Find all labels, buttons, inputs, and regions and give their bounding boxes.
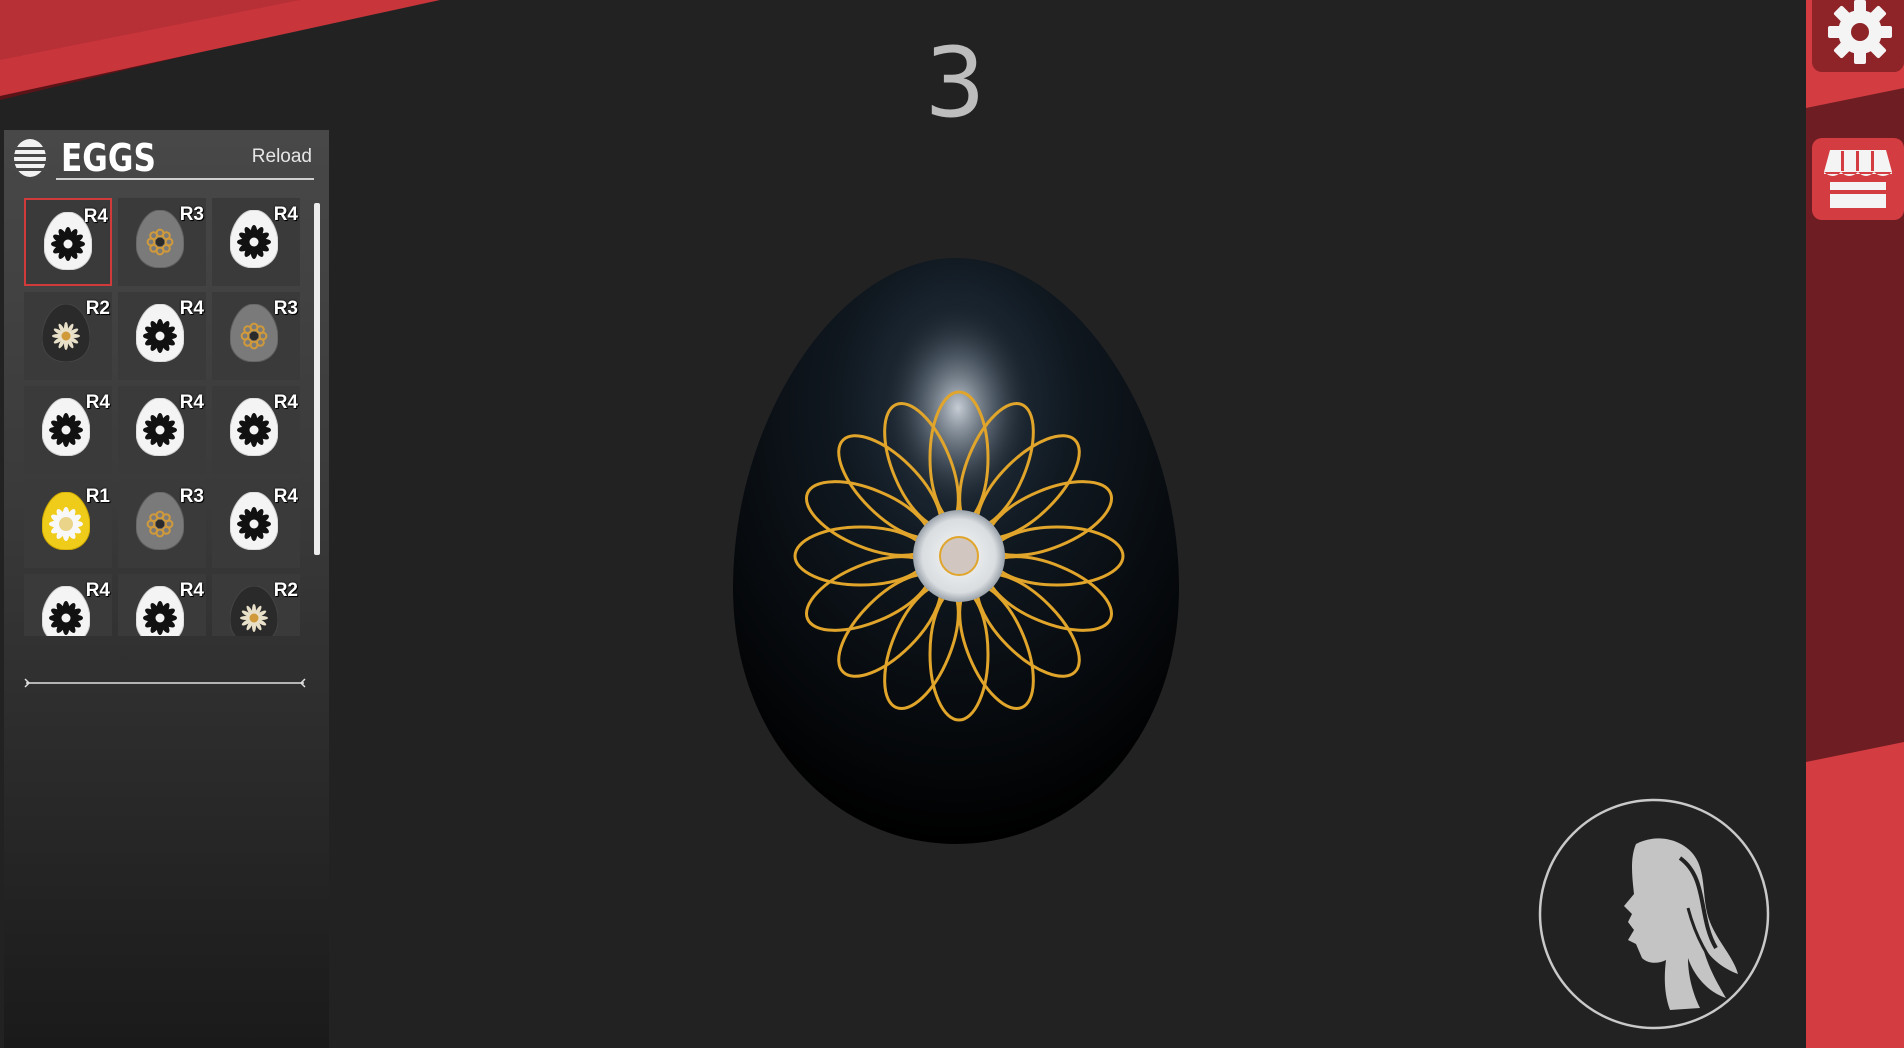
panel-title: EGGS bbox=[61, 136, 156, 180]
egg-thumbnail-icon bbox=[230, 304, 278, 362]
egg-thumbnail-icon bbox=[230, 398, 278, 456]
egg-counter: 3 bbox=[924, 27, 986, 139]
egg-thumbnail-icon bbox=[42, 492, 90, 550]
egg-rank-badge: R4 bbox=[85, 580, 110, 601]
egg-rank-badge: R4 bbox=[179, 580, 204, 601]
egg-rank-badge: R1 bbox=[85, 486, 110, 507]
egg-rank-badge: R3 bbox=[179, 204, 204, 225]
egg-rank-badge: R4 bbox=[179, 298, 204, 319]
egg-slot[interactable]: R4 bbox=[212, 386, 300, 474]
egg-slot[interactable]: R4 bbox=[118, 574, 206, 636]
main-egg[interactable] bbox=[733, 258, 1179, 844]
egg-rank-badge: R3 bbox=[273, 298, 298, 319]
egg-slot[interactable]: R4 bbox=[212, 198, 300, 286]
egg-thumbnail-icon bbox=[230, 210, 278, 268]
egg-rank-badge: R4 bbox=[273, 392, 298, 413]
egg-slot[interactable]: R4 bbox=[212, 480, 300, 568]
egg-thumbnail-icon bbox=[136, 210, 184, 268]
egg-thumbnail-icon bbox=[136, 492, 184, 550]
egg-slot[interactable]: R4 bbox=[118, 386, 206, 474]
egg-rank-badge: R2 bbox=[85, 298, 110, 319]
egg-slot[interactable]: R4 bbox=[24, 198, 112, 286]
profile-button[interactable] bbox=[1538, 798, 1770, 1030]
shop-button[interactable] bbox=[1812, 138, 1904, 220]
egg-thumbnail-icon bbox=[42, 304, 90, 362]
egg-slot[interactable]: R2 bbox=[212, 574, 300, 636]
reload-button[interactable]: Reload bbox=[252, 146, 312, 168]
panel-divider bbox=[24, 678, 306, 688]
header-divider bbox=[56, 178, 314, 180]
egg-rank-badge: R4 bbox=[179, 392, 204, 413]
egg-thumbnail-icon bbox=[136, 586, 184, 636]
egg-slot[interactable]: R4 bbox=[118, 292, 206, 380]
panel-header: EGGS Reload bbox=[4, 130, 329, 180]
egg-slot[interactable]: R3 bbox=[118, 198, 206, 286]
egg-rank-badge: R4 bbox=[273, 486, 298, 507]
egg-thumbnail-icon bbox=[42, 586, 90, 636]
egg-thumbnail-icon bbox=[230, 492, 278, 550]
egg-grid: R4 R3 R4 R2 R4 R3 R4 R4 R4 R1 R3 R4 R4 R… bbox=[24, 198, 306, 636]
egg-rank-badge: R3 bbox=[179, 486, 204, 507]
egg-thumbnail-icon bbox=[136, 398, 184, 456]
gear-icon bbox=[1828, 0, 1892, 64]
grid-scrollbar[interactable] bbox=[314, 203, 320, 555]
egg-rank-badge: R4 bbox=[85, 392, 110, 413]
egg-slot[interactable]: R4 bbox=[24, 574, 112, 636]
egg-rank-badge: R4 bbox=[273, 204, 298, 225]
settings-button[interactable] bbox=[1812, 0, 1904, 72]
egg-slot[interactable]: R3 bbox=[212, 292, 300, 380]
egg-thumbnail-icon bbox=[230, 586, 278, 636]
egg-slot[interactable]: R1 bbox=[24, 480, 112, 568]
egg-stack-icon bbox=[12, 139, 48, 177]
egg-thumbnail-icon bbox=[42, 398, 90, 456]
egg-slot[interactable]: R3 bbox=[118, 480, 206, 568]
eggs-panel: EGGS Reload R4 R3 R4 R2 R4 R3 R4 R4 R4 R… bbox=[4, 130, 329, 1048]
egg-thumbnail-icon bbox=[136, 304, 184, 362]
top-banner-decoration bbox=[0, 0, 440, 100]
egg-slot[interactable]: R2 bbox=[24, 292, 112, 380]
egg-rank-badge: R4 bbox=[83, 206, 108, 227]
egg-slot[interactable]: R4 bbox=[24, 386, 112, 474]
egg-rank-badge: R2 bbox=[273, 580, 298, 601]
